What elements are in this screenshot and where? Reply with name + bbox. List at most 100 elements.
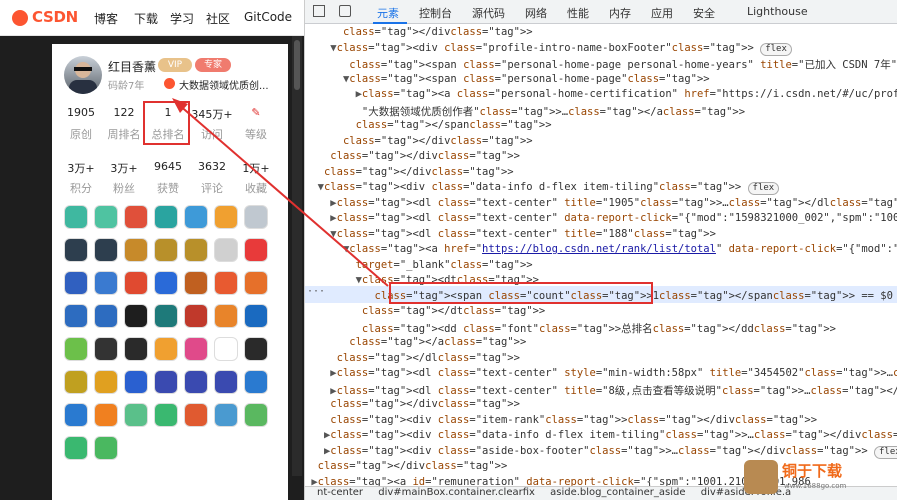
stat-favorites[interactable]: 1万+ 收藏 [233, 160, 279, 196]
dom-node-line[interactable]: class="tag"></aclass="tag">> [305, 336, 897, 352]
dom-node-line[interactable]: class="tag"></spanclass="tag">> [305, 119, 897, 135]
stat-points[interactable]: 3万+ 积分 [58, 160, 104, 196]
inspect-icon[interactable] [313, 5, 325, 17]
achievement-badge-icon[interactable] [244, 271, 268, 295]
achievement-badge-icon[interactable] [64, 271, 88, 295]
achievement-badge-icon[interactable] [184, 304, 208, 328]
dom-node-line[interactable]: class="tag"></divclass="tag">> [305, 166, 897, 182]
achievement-badge-icon[interactable] [94, 436, 118, 460]
stat-comments[interactable]: 3632 评论 [189, 160, 235, 196]
achievement-badge-icon[interactable] [184, 337, 208, 361]
breadcrumb-item[interactable]: aside.blog_container_aside [550, 487, 685, 498]
nav-gitcode[interactable]: GitCode [244, 10, 292, 24]
achievement-badge-icon[interactable] [244, 403, 268, 427]
achievement-badge-icon[interactable] [184, 403, 208, 427]
achievement-badge-icon[interactable] [184, 271, 208, 295]
achievement-badge-icon[interactable] [184, 370, 208, 394]
achievement-badge-icon[interactable] [214, 370, 238, 394]
dom-node-line[interactable]: class="tag"><span class="personal-home-p… [305, 57, 897, 73]
tab-lighthouse[interactable]: Lighthouse [747, 5, 808, 18]
nav-learn[interactable]: 学习 [170, 10, 194, 27]
dom-node-line[interactable]: ▼class="tag"><div class="profile-intro-n… [305, 42, 897, 58]
dom-node-line[interactable]: ▼class="tag"><a href="https://blog.csdn.… [305, 243, 897, 259]
achievement-badge-icon[interactable] [154, 205, 178, 229]
nav-community[interactable]: 社区 [206, 10, 230, 27]
dom-node-line[interactable]: ▼class="tag"><div class="data-info d-fle… [305, 181, 897, 197]
achievement-badge-icon[interactable] [214, 403, 238, 427]
achievement-badge-icon[interactable] [94, 271, 118, 295]
achievement-badge-icon[interactable] [94, 370, 118, 394]
achievement-badge-icon[interactable] [94, 304, 118, 328]
dom-node-line[interactable]: class="tag"></divclass="tag">> [305, 150, 897, 166]
achievement-badge-icon[interactable] [184, 205, 208, 229]
achievement-badge-icon[interactable] [94, 403, 118, 427]
dom-node-line[interactable]: ▼class="tag"><dl class="text-center" tit… [305, 228, 897, 244]
dom-node-line[interactable]: class="tag"></dtclass="tag">> [305, 305, 897, 321]
stat-weekly-rank[interactable]: 122 周排名 [101, 106, 147, 142]
tab-elements[interactable]: 元素 [377, 5, 399, 21]
achievement-badge-icon[interactable] [64, 337, 88, 361]
achievement-badge-icon[interactable] [64, 205, 88, 229]
dom-node-line[interactable]: ▶class="tag"><dl class="text-center" dat… [305, 212, 897, 228]
achievement-badge-icon[interactable] [154, 238, 178, 262]
achievement-badge-icon[interactable] [94, 337, 118, 361]
dom-node-line[interactable]: ▶class="tag"><dl class="text-center" sty… [305, 367, 897, 383]
stat-original[interactable]: 1905 原创 [58, 106, 104, 142]
achievement-badge-icon[interactable] [244, 337, 268, 361]
device-toolbar-icon[interactable] [339, 5, 351, 17]
tab-performance[interactable]: 性能 [567, 5, 589, 21]
dom-node-line[interactable]: ▼class="tag"><span class="personal-home-… [305, 73, 897, 89]
achievement-badge-icon[interactable] [124, 304, 148, 328]
nav-blog[interactable]: 博客 [94, 10, 118, 27]
achievement-badge-icon[interactable] [64, 436, 88, 460]
dom-node-line[interactable]: ▶class="tag"><div class="aside-box-foote… [305, 445, 897, 461]
tab-memory[interactable]: 内存 [609, 5, 631, 21]
achievement-badge-icon[interactable] [154, 337, 178, 361]
achievement-badge-icon[interactable] [64, 370, 88, 394]
breadcrumb-item[interactable]: nt-center [317, 487, 363, 498]
achievement-badge-icon[interactable] [124, 403, 148, 427]
achievement-badge-icon[interactable] [244, 238, 268, 262]
stat-fans[interactable]: 3万+ 粉丝 [101, 160, 147, 196]
achievement-badge-icon[interactable] [64, 238, 88, 262]
tab-sources[interactable]: 源代码 [472, 5, 505, 21]
achievement-badge-icon[interactable] [214, 337, 238, 361]
user-name[interactable]: 红目香薰 [108, 58, 156, 75]
dom-node-line[interactable]: class="tag"><div class="item-rank"class=… [305, 414, 897, 430]
achievement-badge-icon[interactable] [184, 238, 208, 262]
stat-visits[interactable]: 345万+ 访问 [189, 106, 235, 142]
nav-download[interactable]: 下载 [134, 10, 158, 27]
dom-node-line[interactable]: ▶class="tag"><dl class="text-center" tit… [305, 383, 897, 399]
achievement-badge-icon[interactable] [94, 238, 118, 262]
csdn-logo[interactable]: CSDN [12, 8, 82, 28]
achievement-badge-icon[interactable] [124, 205, 148, 229]
certification-text[interactable]: 大数据领域优质创... [179, 77, 289, 92]
achievement-badge-icon[interactable] [214, 205, 238, 229]
achievement-badge-icon[interactable] [124, 238, 148, 262]
dom-node-line[interactable]: class="tag"></dlclass="tag">> [305, 352, 897, 368]
achievement-badge-icon[interactable] [244, 370, 268, 394]
dom-node-line[interactable]: ▶class="tag"><dl class="text-center" tit… [305, 197, 897, 213]
stat-likes[interactable]: 9645 获赞 [145, 160, 191, 196]
dom-node-line[interactable]: target="_blank"class="tag">> [305, 259, 897, 275]
achievement-badge-icon[interactable] [124, 370, 148, 394]
achievement-badge-icon[interactable] [154, 403, 178, 427]
dom-node-line[interactable]: class="tag"><dd class="font"class="tag">… [305, 321, 897, 337]
page-scrollbar-thumb[interactable] [294, 40, 300, 90]
stat-level[interactable]: ✎ 等级 [233, 106, 279, 142]
dom-node-line[interactable]: class="tag"></divclass="tag">> [305, 398, 897, 414]
breadcrumb-item[interactable]: div#mainBox.container.clearfix [378, 487, 535, 498]
page-scrollbar[interactable] [292, 36, 302, 476]
tab-network[interactable]: 网络 [525, 5, 547, 21]
achievement-badge-icon[interactable] [244, 205, 268, 229]
dom-node-line[interactable]: "大数据领域优质创作者"class="tag">>…class="tag"></… [305, 104, 897, 120]
dom-node-line[interactable]: ▶class="tag"><div class="data-info d-fle… [305, 429, 897, 445]
achievement-badge-icon[interactable] [124, 337, 148, 361]
avatar[interactable] [64, 56, 102, 94]
tab-security[interactable]: 安全 [693, 5, 715, 21]
achievement-badge-icon[interactable] [154, 370, 178, 394]
dom-node-line[interactable]: ▶class="tag"><a class="personal-home-cer… [305, 88, 897, 104]
achievement-badge-icon[interactable] [154, 304, 178, 328]
tab-console[interactable]: 控制台 [419, 5, 452, 21]
dom-node-line[interactable]: class="tag"></divclass="tag">> [305, 26, 897, 42]
